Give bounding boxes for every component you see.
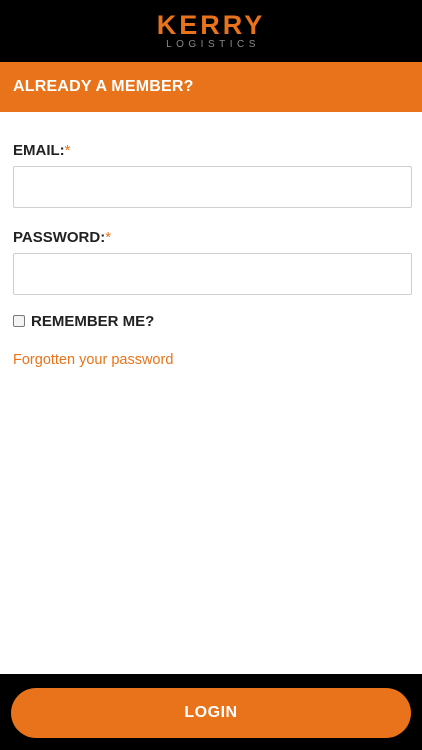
forgot-password-link[interactable]: Forgotten your password <box>13 352 173 368</box>
password-label-text: PASSWORD: <box>13 229 106 246</box>
remember-me-checkbox[interactable] <box>13 315 25 327</box>
section-title: ALREADY A MEMBER? <box>13 78 194 95</box>
email-label-text: EMAIL: <box>13 142 65 159</box>
password-label: PASSWORD:* <box>13 228 412 248</box>
footer-bar: LOGIN <box>0 674 422 750</box>
login-form: EMAIL:* PASSWORD:* REMEMBER ME? Forgotte… <box>13 141 412 369</box>
brand-logo: KERRY <box>156 9 266 40</box>
brand-logo-subtitle: LOGISTICS <box>166 38 260 50</box>
remember-me-row: REMEMBER ME? <box>13 311 412 331</box>
email-required-marker: * <box>64 142 71 159</box>
password-required-marker: * <box>105 229 112 246</box>
remember-me-label[interactable]: REMEMBER ME? <box>31 313 154 330</box>
login-screen: KERRY LOGISTICS ALREADY A MEMBER? EMAIL:… <box>0 0 422 750</box>
app-header: KERRY LOGISTICS <box>0 0 422 62</box>
login-button[interactable]: LOGIN <box>11 688 411 738</box>
section-header: ALREADY A MEMBER? <box>0 62 422 112</box>
email-field[interactable] <box>13 166 412 208</box>
email-label: EMAIL:* <box>13 141 412 161</box>
password-field[interactable] <box>13 253 412 295</box>
